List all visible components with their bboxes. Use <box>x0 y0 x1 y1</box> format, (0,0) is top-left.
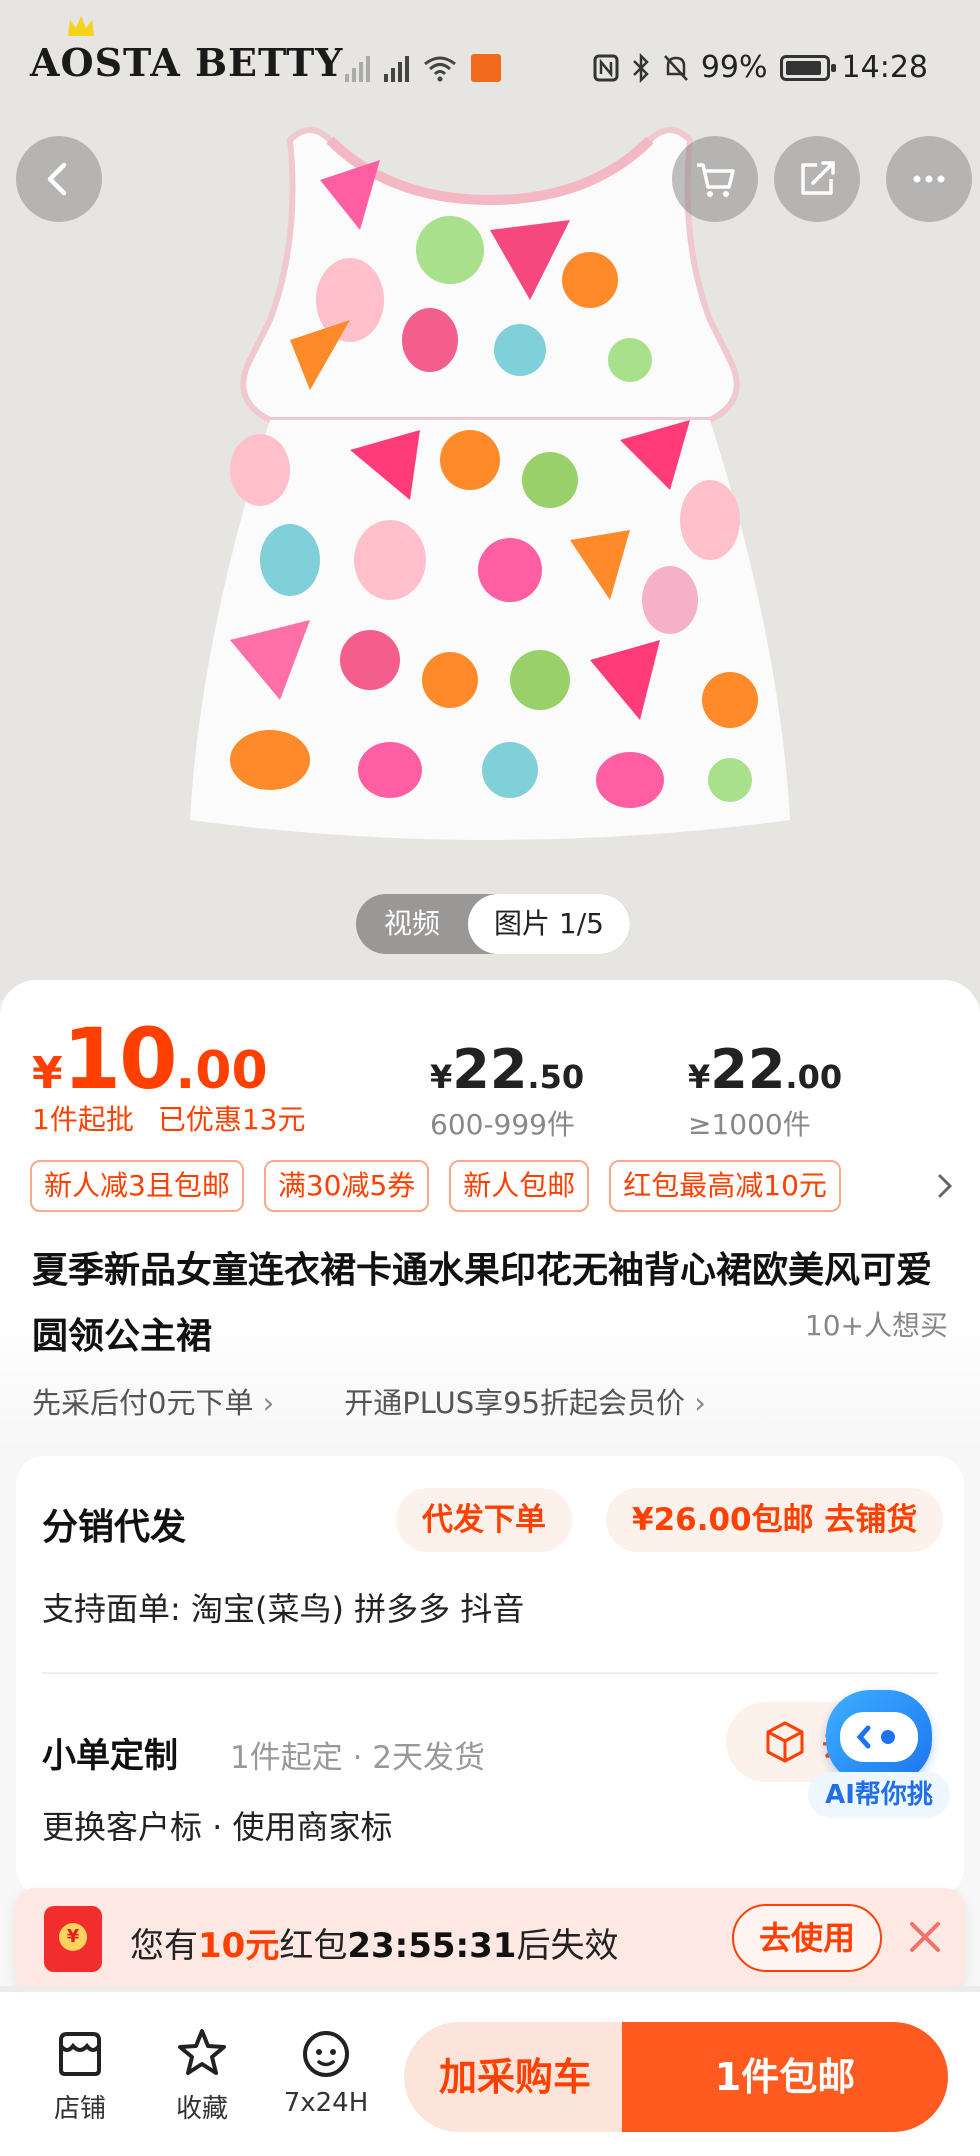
ai-assistant-label: AI帮你挑 <box>808 1772 950 1818</box>
network-icons <box>345 52 501 82</box>
min-order: 1件起批 <box>32 1103 134 1136</box>
chevron-left-icon <box>47 162 67 196</box>
want-count: 10+人想买 <box>804 1309 948 1342</box>
custom-meta: 1件起定 · 2天发货 <box>230 1740 486 1776</box>
signal-2-icon <box>384 52 409 82</box>
countdown-timer: 23:55:31 <box>347 1926 517 1966</box>
red-packet-banner: 您有10元红包23:55:31后失效 去使用 <box>14 1888 966 1992</box>
red-packet-text: 您有10元红包23:55:31后失效 <box>130 1926 619 1966</box>
discount-text: 已优惠13元 <box>157 1103 306 1136</box>
wifi-icon <box>424 56 456 82</box>
back-button[interactable] <box>16 136 102 222</box>
store-icon <box>59 2032 101 2076</box>
coupon-tag[interactable]: 新人包邮 <box>449 1160 590 1212</box>
custom-options: 更换客户标 · 使用商家标 <box>42 1808 393 1846</box>
distribution-title: 分销代发 <box>42 1507 187 1548</box>
stock-listing-button[interactable]: ¥26.00包邮 去铺货 <box>606 1488 944 1552</box>
share-icon <box>801 161 835 195</box>
price-tier: ¥22.50 600-999件 <box>430 1038 585 1141</box>
bottom-action-bar: 店铺 收藏 7x24H 加采购车 1件包邮 <box>0 1992 980 2156</box>
price-area: ¥10.00 1件起批 已优惠13元 ¥22.50 600-999件 ¥22.0… <box>0 980 980 1450</box>
coupon-tag[interactable]: 新人减3且包邮 <box>30 1160 244 1212</box>
bluetooth-icon <box>632 52 649 83</box>
chevron-right-icon[interactable] <box>932 1170 956 1202</box>
cart-icon <box>697 163 735 197</box>
price-tier: ¥22.00 ≥1000件 <box>688 1038 843 1141</box>
service-row: 先采后付0元下单 › 开通PLUS享95折起会员价 › <box>32 1380 706 1422</box>
robot-icon <box>826 1690 932 1784</box>
distribution-card: 分销代发 代发下单 ¥26.00包邮 去铺货 支持面单: 淘宝(菜鸟) 拼多多 … <box>16 1456 964 1896</box>
custom-title: 小单定制 <box>42 1736 178 1776</box>
shop-button[interactable]: 店铺 <box>30 2026 130 2125</box>
red-packet-icon <box>44 1906 102 1972</box>
tab-images[interactable]: 图片 1/5 <box>468 894 630 954</box>
proxy-order-button[interactable]: 代发下单 <box>396 1488 572 1552</box>
battery-icon <box>779 54 836 81</box>
supported-waybills: 支持面单: 淘宝(菜鸟) 拼多多 抖音 <box>42 1590 525 1628</box>
use-packet-button[interactable]: 去使用 <box>732 1904 882 1972</box>
ai-assistant-button[interactable]: AI帮你挑 <box>808 1690 950 1824</box>
close-icon[interactable] <box>904 1916 946 1958</box>
tier-quantity: ≥1000件 <box>688 1108 811 1141</box>
pay-later-link[interactable]: 先采后付0元下单 › <box>32 1380 274 1422</box>
main-price: ¥10.00 <box>32 1010 268 1108</box>
divider <box>42 1672 938 1674</box>
clock: 14:28 <box>841 50 928 85</box>
tier-quantity: 600-999件 <box>430 1108 575 1141</box>
cart-button[interactable] <box>672 136 758 222</box>
service-face-icon <box>303 2031 349 2077</box>
crown-icon <box>68 16 94 36</box>
product-image-gallery[interactable]: AOSTA BETTY 99% 14:28 视频 图片 1/5 <box>0 0 980 1000</box>
brand-logo: AOSTA BETTY <box>30 16 343 85</box>
battery-percent: 99% <box>700 50 768 85</box>
nfc-icon <box>593 54 619 81</box>
coupon-tag[interactable]: 红包最高减10元 <box>609 1160 841 1212</box>
coupon-tag[interactable]: 满30减5券 <box>263 1160 430 1212</box>
status-bar: AOSTA BETTY 99% 14:28 <box>0 0 980 140</box>
more-button[interactable] <box>886 136 972 222</box>
add-to-cart-button[interactable]: 加采购车 <box>404 2022 626 2132</box>
plus-membership-link[interactable]: 开通PLUS享95折起会员价 › <box>344 1380 706 1422</box>
mute-bell-icon <box>663 54 688 81</box>
buy-now-button[interactable]: 1件包邮 <box>622 2022 948 2132</box>
more-icon <box>913 175 945 183</box>
tab-video[interactable]: 视频 <box>356 894 468 954</box>
media-toggle[interactable]: 视频 图片 1/5 <box>356 894 630 954</box>
share-button[interactable] <box>774 136 860 222</box>
status-right: 99% 14:28 <box>593 50 928 85</box>
product-image <box>190 127 790 840</box>
signal-1-icon <box>345 52 370 82</box>
customer-service-button[interactable]: 7x24H <box>276 2026 376 2118</box>
box-icon <box>766 1721 804 1763</box>
coupon-list[interactable]: 新人减3且包邮 满30减5券 新人包邮 红包最高减10元 <box>30 1160 841 1212</box>
star-icon <box>178 2029 226 2075</box>
notification-app-icon <box>471 54 501 82</box>
favorite-button[interactable]: 收藏 <box>152 2026 252 2125</box>
price-subtext: 1件起批 已优惠13元 <box>32 1098 305 1138</box>
